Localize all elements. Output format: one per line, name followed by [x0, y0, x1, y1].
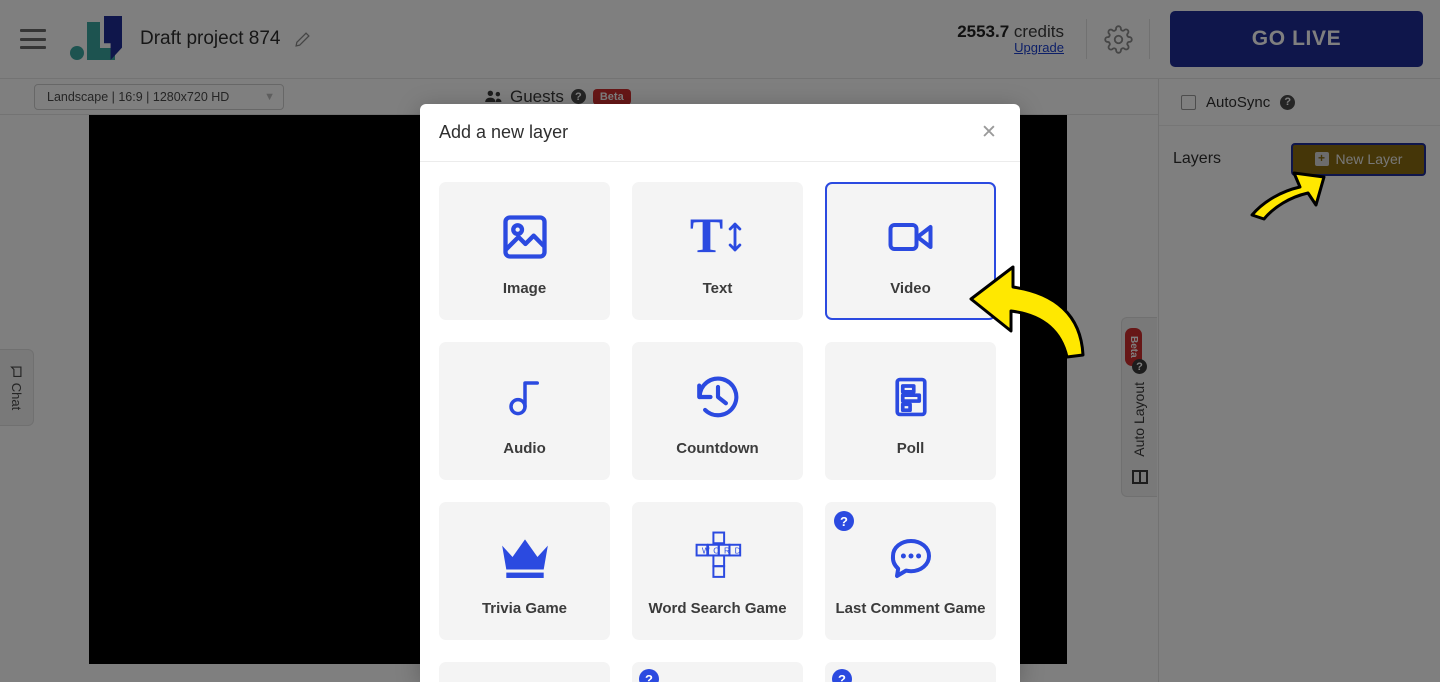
layer-card-label: Word Search Game	[648, 599, 787, 617]
layer-card-image[interactable]: Image	[439, 182, 610, 320]
layer-card-partial[interactable]: ?	[825, 662, 996, 682]
layer-type-grid-partial: ??	[439, 662, 1001, 682]
add-layer-modal: Add a new layer ✕ Image T Text Video Audio Co…	[420, 104, 1020, 682]
modal-header: Add a new layer ✕	[420, 104, 1020, 162]
modal-title: Add a new layer	[439, 122, 569, 142]
layer-card-text[interactable]: T Text	[632, 182, 803, 320]
layer-card-audio[interactable]: Audio	[439, 342, 610, 480]
layer-card-countdown[interactable]: Countdown	[632, 342, 803, 480]
card-help-badge[interactable]: ?	[834, 511, 854, 531]
clock-rewind-icon	[693, 366, 743, 428]
image-icon	[499, 206, 551, 268]
layer-card-word-search-game[interactable]: W O R D Word Search Game	[632, 502, 803, 640]
layer-card-label: Last Comment Game	[835, 599, 986, 617]
video-camera-icon	[883, 206, 938, 268]
svg-text:R: R	[723, 546, 729, 555]
layer-card-label: Countdown	[676, 439, 759, 457]
layer-card-video[interactable]: Video	[825, 182, 996, 320]
layer-card-label: Trivia Game	[481, 599, 568, 617]
svg-text:W: W	[701, 546, 709, 555]
layer-card-label: Poll	[896, 439, 925, 457]
svg-text:O: O	[713, 546, 720, 555]
layer-card-trivia-game[interactable]: Trivia Game	[439, 502, 610, 640]
close-icon[interactable]: ✕	[976, 120, 1002, 146]
card-help-badge[interactable]: ?	[639, 669, 659, 682]
modal-body: Image T Text Video Audio Countdown Poll Trivia …	[420, 162, 1020, 682]
layer-type-grid: Image T Text Video Audio Countdown Poll Trivia …	[439, 182, 1001, 640]
svg-text:D: D	[734, 546, 740, 555]
layer-card-last-comment-game[interactable]: ? Last Comment Game	[825, 502, 996, 640]
layer-card-label: Audio	[503, 439, 546, 457]
card-help-badge[interactable]: ?	[832, 669, 852, 682]
crown-icon	[498, 526, 552, 588]
music-note-icon	[504, 366, 546, 428]
layer-card-label: Image	[502, 279, 547, 297]
poll-bars-icon	[889, 366, 933, 428]
layer-card-partial[interactable]: ?	[632, 662, 803, 682]
text-size-icon: T	[690, 206, 745, 268]
layer-card-poll[interactable]: Poll	[825, 342, 996, 480]
layer-card-partial[interactable]	[439, 662, 610, 682]
layer-card-label: Text	[702, 279, 733, 297]
layer-card-label: Video	[890, 279, 931, 297]
comment-dots-icon	[885, 526, 937, 588]
crossword-icon: W O R D	[694, 526, 742, 588]
